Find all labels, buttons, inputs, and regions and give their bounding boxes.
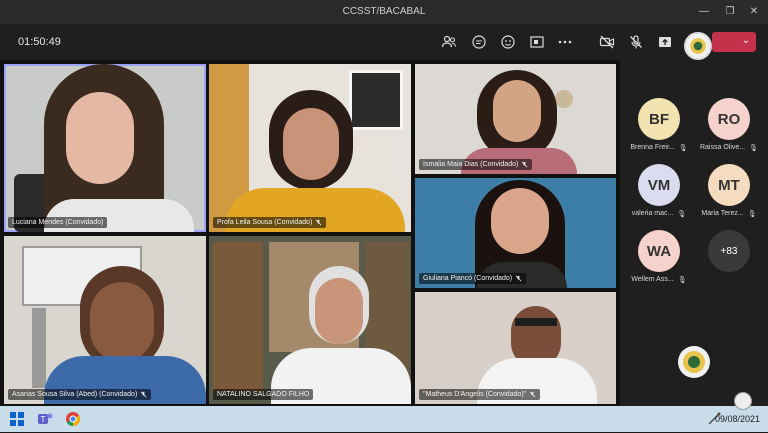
mic-off-icon [515, 275, 522, 282]
avatar: WA [638, 230, 680, 272]
avatar: BF [638, 98, 680, 140]
mic-off-icon: 🎙 [678, 145, 688, 152]
tile-label: "Matheus D'Angelis (Convidado)" [419, 389, 541, 400]
chevron-down-icon[interactable]: ⌄ [742, 35, 750, 46]
more-participants-count: +83 [708, 230, 750, 272]
avatar: RO [708, 98, 750, 140]
close-button[interactable]: ✕ [746, 4, 762, 20]
mic-off-icon: 🎙 [677, 277, 687, 284]
more-participants-button[interactable]: +83 [694, 230, 764, 292]
share-tray-icon[interactable] [528, 33, 546, 51]
maximize-button[interactable]: ❐ [722, 4, 738, 20]
university-logo [678, 346, 710, 378]
participant-avatar[interactable]: WA Wellem Ass... 🎙 [624, 230, 694, 292]
mic-off-icon: 🎙 [749, 145, 758, 152]
university-logo [684, 32, 712, 60]
tile-label: NATALINO SALGADO FILHO [213, 389, 314, 400]
meeting-toolbar: 01:50:49 ⌄ [0, 24, 768, 60]
video-tile[interactable]: Asarias Sousa Silva (Abed) (Convidado) [4, 236, 206, 404]
chat-icon[interactable] [470, 33, 488, 51]
people-icon[interactable] [440, 33, 458, 51]
meeting-timer: 01:50:49 [18, 36, 61, 48]
teams-icon[interactable]: T [36, 410, 54, 428]
video-tile[interactable]: Luciana Mendes (Convidado) [4, 64, 206, 232]
video-tile[interactable]: Ismalia Maia Dias (Convidado) [415, 64, 616, 174]
video-tile[interactable]: NATALINO SALGADO FILHO [209, 236, 411, 404]
tile-label: Luciana Mendes (Convidado) [8, 217, 108, 228]
svg-text:T: T [41, 415, 46, 424]
participants-panel: BF Brenna Freir... 🎙 RO Raissa Olive... 🎙 … [620, 60, 768, 406]
tile-label: Profa Leila Sousa (Convidado) [213, 217, 327, 228]
participant-avatar[interactable]: MT Maria Terez... 🎙 [694, 164, 764, 226]
video-tile[interactable]: "Matheus D'Angelis (Convidado)" [415, 292, 616, 404]
participant-avatar[interactable]: RO Raissa Olive... 🎙 [694, 98, 764, 160]
participant-avatar[interactable]: VM valeria mac... 🎙 [624, 164, 694, 226]
avatar: MT [708, 164, 750, 206]
mic-off-icon: 🎙 [747, 211, 757, 218]
tile-label: Asarias Sousa Silva (Abed) (Convidado) [8, 389, 152, 400]
tile-label: Ismalia Maia Dias (Convidado) [419, 159, 533, 170]
tile-label: Giuliana Piancó (Convidado) [419, 273, 527, 284]
share-icon[interactable] [656, 33, 674, 51]
mic-off-icon [140, 391, 147, 398]
more-icon[interactable] [556, 33, 574, 51]
mic-off-icon [529, 391, 536, 398]
participant-avatar[interactable]: BF Brenna Freir... 🎙 [624, 98, 694, 160]
camera-off-icon[interactable] [598, 33, 616, 51]
mic-off-icon [315, 219, 322, 226]
mic-off-icon[interactable] [627, 33, 645, 51]
avatar: VM [638, 164, 680, 206]
mic-off-icon: 🎙 [677, 211, 687, 218]
video-tile[interactable]: Profa Leila Sousa (Convidado) [209, 64, 411, 232]
avatar [734, 392, 752, 410]
window-titlebar: CCSST/BACABAL — ❐ ✕ [0, 0, 768, 24]
window-title: CCSST/BACABAL [342, 6, 426, 17]
windows-taskbar: T 09/08/2021 [0, 392, 768, 432]
minimize-button[interactable]: — [696, 4, 712, 20]
reactions-icon[interactable] [499, 33, 517, 51]
taskbar-date: 09/08/2021 [714, 414, 760, 424]
leave-button[interactable]: ⌄ [712, 32, 756, 52]
video-tile[interactable]: Giuliana Piancó (Convidado) [415, 178, 616, 288]
chrome-icon[interactable] [64, 410, 82, 428]
mic-off-icon [521, 161, 528, 168]
video-stage: Luciana Mendes (Convidado) Profa Leila S… [0, 60, 620, 406]
windows-start-icon[interactable] [8, 410, 26, 428]
